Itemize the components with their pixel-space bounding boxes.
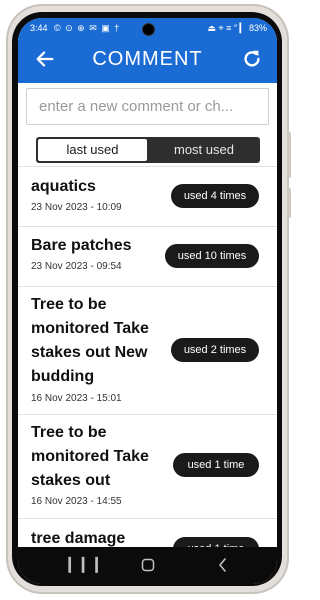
comment-item[interactable]: Bare patches 23 Nov 2023 - 09:54 used 10…	[18, 227, 277, 286]
comment-item[interactable]: tree damage used 1 time	[18, 519, 277, 547]
comment-input-box	[26, 88, 269, 125]
refresh-icon[interactable]	[241, 48, 263, 70]
recents-icon[interactable]: ❙❙❙	[63, 555, 103, 575]
system-nav-bar: ❙❙❙	[18, 547, 277, 584]
home-icon[interactable]	[133, 555, 163, 575]
usage-badge: used 10 times	[165, 244, 259, 268]
comment-text: Tree to be monitored Take stakes out	[31, 424, 149, 489]
comment-item[interactable]: aquatics 23 Nov 2023 - 10:09 used 4 time…	[18, 167, 277, 226]
comment-input[interactable]	[27, 89, 268, 124]
status-bar: 3:44 © ⊙ ⊕ ✉ ▣ † ⏏ ⌖ ≡ ″ ▎ 83%	[18, 18, 277, 40]
status-time: 3:44	[30, 23, 48, 33]
system-status-icons: ⏏ ⌖ ≡ ″ ▎	[207, 23, 247, 33]
volume-button	[287, 132, 291, 178]
comment-text: Bare patches	[31, 237, 132, 254]
comment-item[interactable]: Tree to be monitored Take stakes out New…	[18, 287, 277, 414]
usage-badge: used 4 times	[171, 184, 259, 208]
back-nav-icon[interactable]	[208, 555, 238, 575]
app-header: 3:44 © ⊙ ⊕ ✉ ▣ † ⏏ ⌖ ≡ ″ ▎ 83% COMMENT	[18, 18, 277, 83]
power-button	[287, 188, 291, 218]
usage-badge: used 1 time	[173, 453, 259, 477]
page-title: COMMENT	[92, 48, 203, 70]
screen: 3:44 © ⊙ ⊕ ✉ ▣ † ⏏ ⌖ ≡ ″ ▎ 83% COMMENT l…	[18, 18, 277, 584]
notification-icons: © ⊙ ⊕ ✉ ▣ †	[54, 23, 121, 33]
system-icons: ⏏ ⌖ ≡ ″ ▎ 83%	[208, 23, 267, 34]
usage-badge: used 2 times	[171, 338, 259, 362]
comment-text: tree damage	[31, 530, 126, 547]
sort-toggle: last used most used	[36, 137, 260, 163]
usage-badge: used 1 time	[173, 537, 259, 547]
comment-text: aquatics	[31, 178, 96, 195]
battery-level: 83%	[248, 23, 267, 33]
tab-last-used[interactable]: last used	[38, 139, 147, 161]
camera-cutout	[142, 23, 155, 36]
tab-most-used[interactable]: most used	[148, 137, 260, 163]
comment-date: 23 Nov 2023 - 10:09	[31, 202, 122, 213]
comment-item[interactable]: Tree to be monitored Take stakes out 16 …	[18, 415, 277, 518]
comment-text: Tree to be monitored Take stakes out New…	[31, 296, 149, 385]
comment-date: 16 Nov 2023 - 14:55	[31, 496, 122, 507]
comment-date: 23 Nov 2023 - 09:54	[31, 261, 122, 272]
comment-date: 16 Nov 2023 - 15:01	[31, 393, 122, 404]
